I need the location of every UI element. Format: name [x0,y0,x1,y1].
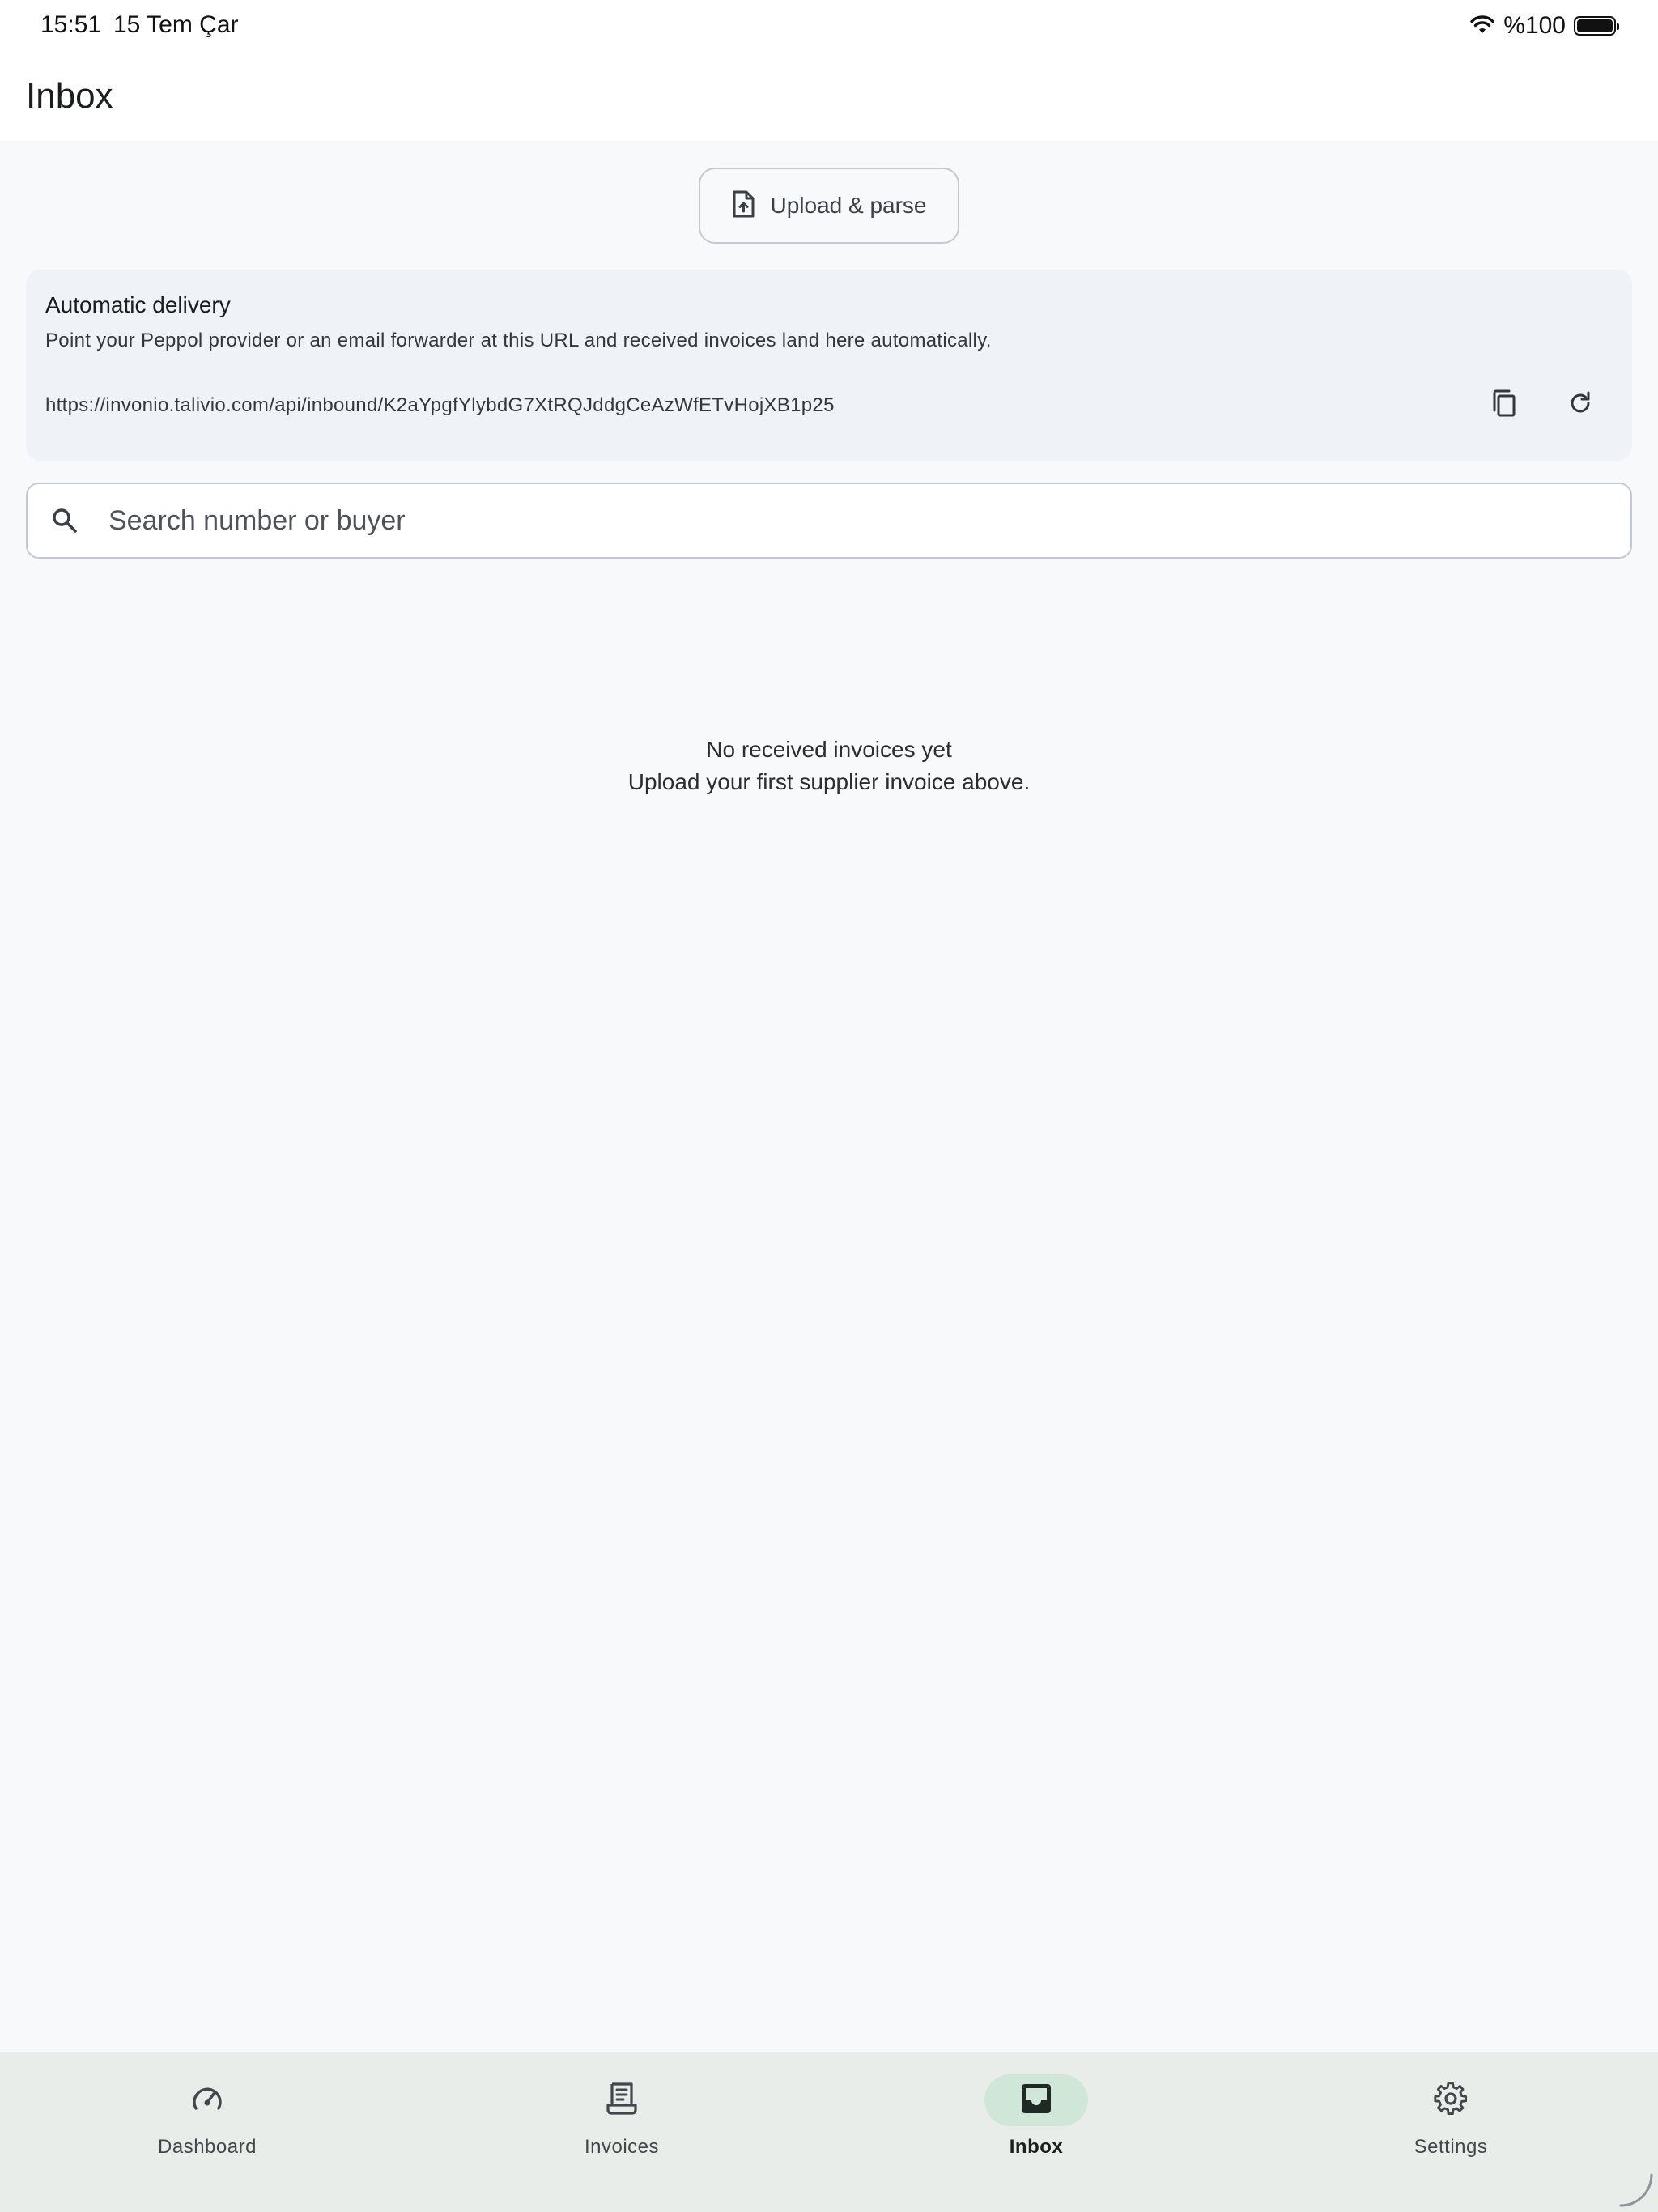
inbox-screen: 15:51 15 Tem Çar %100 Inbox Upload & par… [0,0,1658,2212]
bottom-navigation: Dashboard Invoices Inbox Settings [0,2052,1658,2212]
inbound-url[interactable]: https://invonio.talivio.com/api/inbound/… [45,394,835,417]
nav-label: Invoices [584,2136,660,2158]
nav-item-settings[interactable]: Settings [1329,2074,1572,2172]
nav-pill [1399,2074,1503,2126]
page-title: Inbox [26,76,113,116]
wifi-icon [1469,14,1495,39]
regenerate-url-button[interactable] [1554,379,1606,431]
nav-pill [155,2074,259,2126]
nav-label: Dashboard [158,2136,257,2158]
search-box[interactable] [26,483,1632,559]
nav-label: Settings [1414,2136,1488,2158]
empty-state-subtitle: Upload your first supplier invoice above… [627,769,1031,794]
empty-state-title: No received invoices yet [706,737,952,762]
empty-state: No received invoices yet Upload your fir… [0,734,1658,798]
nav-item-inbox[interactable]: Inbox [915,2074,1158,2172]
delivery-description: Point your Peppol provider or an email f… [45,330,992,351]
receipt-icon [606,2081,638,2121]
refresh-icon [1567,390,1593,420]
search-icon [50,506,79,535]
status-bar: 15:51 15 Tem Çar %100 [0,0,1658,52]
nav-pill-active [984,2074,1088,2126]
search-input[interactable] [108,484,1614,557]
battery-icon [1574,16,1619,36]
nav-label: Inbox [1009,2136,1064,2158]
resize-handle-icon [1618,2172,1653,2207]
battery-percent: %100 [1503,12,1566,39]
nav-item-invoices[interactable]: Invoices [500,2074,743,2172]
upload-parse-button[interactable]: Upload & parse [699,168,959,244]
delivery-title: Automatic delivery [45,292,231,317]
copy-url-button[interactable] [1478,379,1530,431]
app-bar: Inbox [0,52,1658,141]
gear-icon [1434,2081,1468,2120]
file-upload-icon [731,190,755,222]
status-indicators: %100 [1469,10,1619,42]
status-time: 15:51 [40,11,102,38]
nav-pill [570,2074,674,2126]
nav-item-dashboard[interactable]: Dashboard [86,2074,329,2172]
upload-parse-label: Upload & parse [770,193,927,218]
copy-icon [1490,389,1518,422]
inbox-icon [1020,2082,1052,2119]
automatic-delivery-card: Automatic delivery Point your Peppol pro… [26,270,1632,461]
speedometer-icon [189,2082,225,2119]
status-date: 15 Tem Çar [113,11,239,38]
